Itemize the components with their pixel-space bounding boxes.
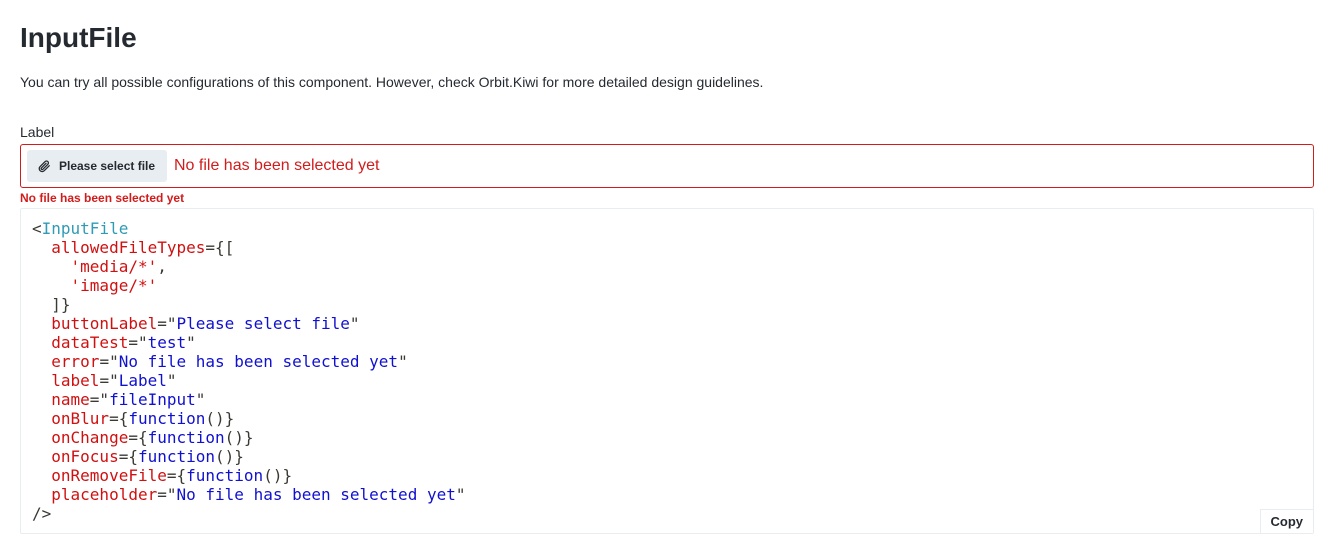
code-line: onFocus={function()}: [32, 447, 244, 466]
file-placeholder-text: No file has been selected yet: [174, 157, 380, 174]
code-token-val: No file has been selected yet: [176, 485, 456, 504]
code-token-punct: ={: [118, 447, 138, 466]
copy-button[interactable]: Copy: [1259, 509, 1313, 533]
code-token-punct: ()}: [263, 466, 293, 485]
code-token-punct: ": [349, 314, 360, 333]
code-token-punct: [32, 333, 51, 352]
code-line: />: [32, 504, 51, 523]
code-token-punct: [32, 371, 51, 390]
page-title: InputFile: [20, 22, 137, 53]
code-token-attr: buttonLabel: [51, 314, 158, 333]
code-token-punct: ()}: [224, 428, 254, 447]
code-token-punct: ={[: [205, 238, 235, 257]
code-token-attr: allowedFileTypes: [51, 238, 206, 257]
code-line: name="fileInput": [32, 390, 205, 409]
code-token-attr: label: [51, 371, 100, 390]
code-token-fn: function: [147, 428, 225, 447]
code-line: onChange={function()}: [32, 428, 254, 447]
code-token-punct: ": [186, 333, 196, 352]
code-line: 'media/*',: [32, 257, 167, 276]
select-file-button-label: Please select file: [59, 159, 156, 173]
code-token-punct: [32, 238, 51, 257]
input-file-label: Label: [20, 124, 55, 140]
code-line: onBlur={function()}: [32, 409, 234, 428]
code-token-attr: dataTest: [51, 333, 129, 352]
code-token-punct: =": [157, 485, 177, 504]
code-token-punct: =": [99, 371, 119, 390]
code-line: dataTest="test": [32, 333, 196, 352]
code-token-punct: [32, 485, 51, 504]
code-token-punct: [32, 352, 51, 371]
code-token-attr: onBlur: [51, 409, 110, 428]
code-token-punct: ]}: [32, 295, 71, 314]
code-token-punct: ": [195, 390, 206, 409]
code-token-fn: function: [186, 466, 264, 485]
code-token-tag: InputFile: [41, 219, 129, 238]
code-token-punct: ,: [157, 257, 167, 276]
code-token-str: 'image/*': [70, 276, 158, 295]
code-token-punct: [32, 276, 71, 295]
code-token-punct: ={: [109, 409, 129, 428]
code-token-punct: =": [89, 390, 110, 409]
code-token-attr: name: [51, 390, 90, 409]
input-file-error: No file has been selected yet: [20, 191, 185, 205]
code-token-punct: [32, 257, 71, 276]
code-block: <InputFile allowedFileTypes={[ 'media/*'…: [32, 219, 466, 523]
code-token-fn: function: [128, 409, 206, 428]
code-line: allowedFileTypes={[: [32, 238, 234, 257]
code-token-punct: />: [32, 504, 52, 523]
code-token-val: Please select file: [176, 314, 350, 333]
code-line: placeholder="No file has been selected y…: [32, 485, 466, 504]
code-line: buttonLabel="Please select file": [32, 314, 360, 333]
code-token-fn: function: [137, 447, 216, 466]
code-token-punct: ": [455, 485, 466, 504]
code-token-punct: [32, 447, 51, 466]
code-token-punct: ": [398, 352, 408, 371]
code-token-punct: [32, 390, 51, 409]
code-preview: <InputFile allowedFileTypes={[ 'media/*'…: [20, 208, 1314, 534]
code-line: label="Label": [32, 371, 177, 390]
code-token-punct: ={: [128, 428, 148, 447]
code-token-str: 'media/*': [70, 257, 158, 276]
select-file-button[interactable]: Please select file: [27, 150, 168, 182]
code-line: ]}: [32, 295, 71, 314]
code-token-punct: ": [166, 371, 177, 390]
code-token-punct: ()}: [215, 447, 244, 466]
code-token-val: test: [147, 333, 187, 352]
code-token-attr: error: [51, 352, 100, 371]
code-token-attr: placeholder: [51, 485, 158, 504]
input-file-field[interactable]: Please select file No file has been sele…: [20, 144, 1314, 188]
code-token-attr: onRemoveFile: [51, 466, 167, 485]
code-token-val: Label: [118, 371, 167, 390]
code-token-punct: ()}: [205, 409, 235, 428]
code-line: onRemoveFile={function()}: [32, 466, 292, 485]
code-token-punct: [32, 314, 51, 333]
code-token-punct: [32, 466, 51, 485]
code-token-punct: <: [32, 219, 42, 238]
code-token-val: No file has been selected yet: [118, 352, 399, 371]
attachment-icon: [37, 159, 51, 173]
code-token-punct: =": [157, 314, 177, 333]
code-token-punct: =": [99, 352, 119, 371]
code-line: <InputFile: [32, 219, 128, 238]
code-token-punct: [32, 428, 51, 447]
code-token-attr: onChange: [51, 428, 129, 447]
code-token-val: fileInput: [109, 390, 196, 409]
code-token-attr: onFocus: [51, 447, 119, 466]
code-token-punct: ={: [166, 466, 187, 485]
code-token-punct: [32, 409, 51, 428]
code-token-punct: =": [128, 333, 148, 352]
page-description: You can try all possible configurations …: [20, 74, 764, 90]
code-line: 'image/*': [32, 276, 158, 295]
code-line: error="No file has been selected yet": [32, 352, 408, 371]
